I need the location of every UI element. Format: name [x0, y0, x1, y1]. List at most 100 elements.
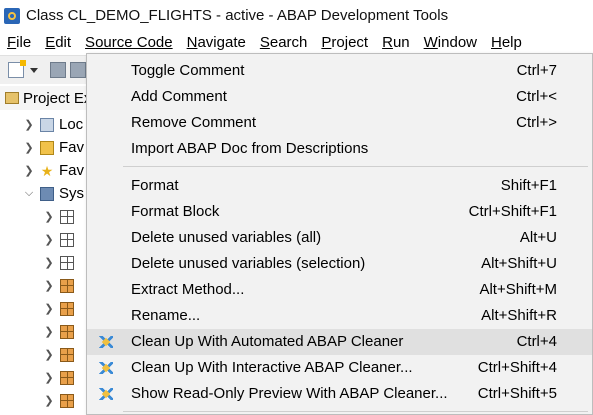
new-dropdown-arrow-icon[interactable]: [30, 68, 38, 73]
menu-item-delete-unused-selection[interactable]: Delete unused variables (selection) Alt+…: [87, 251, 592, 277]
menu-navigate-mnemonic: N: [186, 33, 198, 51]
window-title-bar: Class CL_DEMO_FLIGHTS - active - ABAP De…: [0, 0, 593, 31]
menu-separator: [123, 411, 588, 412]
save-icon[interactable]: [50, 62, 66, 78]
menu-run-mnemonic: R: [382, 33, 393, 51]
menu-item-label: Remove Comment: [131, 114, 257, 131]
chevron-right-icon[interactable]: ❯: [44, 279, 54, 292]
menu-help-mnemonic: H: [491, 33, 502, 51]
tree-row-package[interactable]: ❯: [44, 389, 79, 412]
menu-search-label: earch: [269, 33, 308, 51]
package-icon: [60, 255, 74, 270]
menu-item-toggle-comment[interactable]: Toggle Comment Ctrl+7: [87, 58, 592, 84]
chevron-down-icon[interactable]: ⌵: [24, 187, 34, 200]
menu-edit-mnemonic: E: [45, 33, 56, 51]
menu-project-mnemonic: P: [321, 33, 332, 51]
menu-navigate[interactable]: Navigate: [180, 34, 253, 51]
chevron-right-icon[interactable]: ❯: [44, 256, 54, 269]
package-orange-icon: [60, 301, 74, 316]
menu-item-rename[interactable]: Rename... Alt+Shift+R: [87, 303, 592, 329]
tree-row-local-objects[interactable]: ❯ Loc: [24, 113, 83, 136]
abap-dev-tools-icon: [4, 7, 20, 24]
chevron-right-icon[interactable]: ❯: [44, 302, 54, 315]
menu-project[interactable]: Project: [314, 34, 375, 51]
abap-cleaner-icon: [99, 336, 113, 348]
package-orange-icon: [60, 370, 74, 385]
chevron-right-icon[interactable]: ❯: [44, 348, 54, 361]
menu-edit-label: dit: [55, 33, 72, 51]
tree-row-label: Loc: [59, 116, 84, 133]
tree-row-system-library[interactable]: ⌵ Sys: [24, 182, 84, 205]
tree-row-package[interactable]: ❯: [44, 297, 79, 320]
menu-item-label: Rename...: [131, 307, 201, 324]
chevron-right-icon[interactable]: ❯: [44, 371, 54, 384]
tree-row-package[interactable]: ❯: [44, 228, 79, 251]
source-code-menu: Toggle Comment Ctrl+7 Add Comment Ctrl+<…: [86, 53, 593, 415]
menu-item-remove-comment[interactable]: Remove Comment Ctrl+>: [87, 110, 592, 136]
window-title: Class CL_DEMO_FLIGHTS - active - ABAP De…: [26, 7, 449, 24]
menu-search[interactable]: Search: [253, 34, 315, 51]
package-orange-icon: [60, 393, 74, 408]
menu-item-delete-unused-all[interactable]: Delete unused variables (all) Alt+U: [87, 225, 592, 251]
menu-source-code[interactable]: Source Code: [78, 34, 180, 51]
menu-item-label: Clean Up With Interactive ABAP Cleaner..…: [131, 359, 413, 376]
tree-row-favorite-packages[interactable]: ❯ Fav: [24, 136, 84, 159]
menu-item-extract-method[interactable]: Extract Method... Alt+Shift+M: [87, 277, 592, 303]
menu-item-shortcut: Ctrl+7: [516, 62, 557, 79]
menu-run[interactable]: Run: [375, 34, 417, 51]
tree-row-label: Fav: [59, 139, 85, 156]
chevron-right-icon[interactable]: ❯: [44, 233, 54, 246]
menu-item-format-block[interactable]: Format Block Ctrl+Shift+F1: [87, 199, 592, 225]
menu-navigate-label: avigate: [197, 33, 246, 51]
menu-item-label: Extract Method...: [131, 281, 245, 298]
menu-item-clean-up-automated[interactable]: Clean Up With Automated ABAP Cleaner Ctr…: [87, 329, 592, 355]
package-orange-icon: [60, 347, 74, 362]
new-wizard-icon[interactable]: [8, 60, 26, 78]
tree-row-package[interactable]: ❯: [44, 366, 79, 389]
menu-help[interactable]: Help: [484, 34, 529, 51]
chevron-right-icon[interactable]: ❯: [24, 141, 34, 154]
menu-file-label: ile: [16, 33, 32, 51]
menu-source-code-mnemonic: S: [85, 33, 96, 51]
tree-row-package[interactable]: ❯: [44, 274, 79, 297]
menu-bar: File Edit Source Code Navigate Search Pr…: [0, 31, 593, 53]
abap-cleaner-icon: [99, 388, 113, 400]
menu-edit[interactable]: Edit: [38, 34, 78, 51]
abap-cleaner-icon: [99, 362, 113, 374]
package-orange-icon: [60, 278, 74, 293]
menu-item-shortcut: Alt+Shift+R: [481, 307, 557, 324]
favorite-star-icon: ★: [40, 162, 54, 179]
tree-row-package[interactable]: ❯: [44, 251, 79, 274]
tree-row-package[interactable]: ❯: [44, 320, 79, 343]
chevron-right-icon[interactable]: ❯: [24, 118, 34, 131]
menu-item-shortcut: Ctrl+Shift+4: [477, 359, 557, 376]
tree-row-package[interactable]: ❯: [44, 205, 79, 228]
menu-item-import-abap-doc[interactable]: Import ABAP Doc from Descriptions: [87, 136, 592, 162]
menu-item-read-only-preview[interactable]: Show Read-Only Preview With ABAP Cleaner…: [87, 381, 592, 407]
menu-item-label: Add Comment: [131, 88, 227, 105]
chevron-right-icon[interactable]: ❯: [44, 325, 54, 338]
menu-item-shortcut: Ctrl+4: [516, 333, 557, 350]
menu-item-format[interactable]: Format Shift+F1: [87, 173, 592, 199]
menu-item-clean-up-interactive[interactable]: Clean Up With Interactive ABAP Cleaner..…: [87, 355, 592, 381]
menu-item-label: Import ABAP Doc from Descriptions: [131, 140, 369, 157]
chevron-right-icon[interactable]: ❯: [24, 164, 34, 177]
save-all-icon[interactable]: [70, 62, 86, 78]
favorite-packages-icon: [40, 140, 54, 155]
tree-row-label: Fav: [59, 162, 85, 179]
chevron-right-icon[interactable]: ❯: [44, 210, 54, 223]
tree-row-package[interactable]: ❯: [44, 343, 79, 366]
menu-item-shortcut: Ctrl+<: [516, 88, 557, 105]
menu-window[interactable]: Window: [417, 34, 484, 51]
menu-item-shortcut: Alt+U: [519, 229, 557, 246]
chevron-right-icon[interactable]: ❯: [44, 394, 54, 407]
menu-item-label: Delete unused variables (selection): [131, 255, 366, 272]
menu-separator: [123, 166, 588, 167]
tree-row-favorites[interactable]: ❯ ★ Fav: [24, 159, 84, 182]
menu-item-shortcut: Shift+F1: [500, 177, 557, 194]
project-explorer-tab[interactable]: Project Ex: [23, 90, 91, 107]
menu-item-shortcut: Ctrl+Shift+F1: [468, 203, 557, 220]
menu-item-add-comment[interactable]: Add Comment Ctrl+<: [87, 84, 592, 110]
menu-help-label: elp: [501, 33, 522, 51]
menu-file[interactable]: File: [0, 34, 38, 51]
